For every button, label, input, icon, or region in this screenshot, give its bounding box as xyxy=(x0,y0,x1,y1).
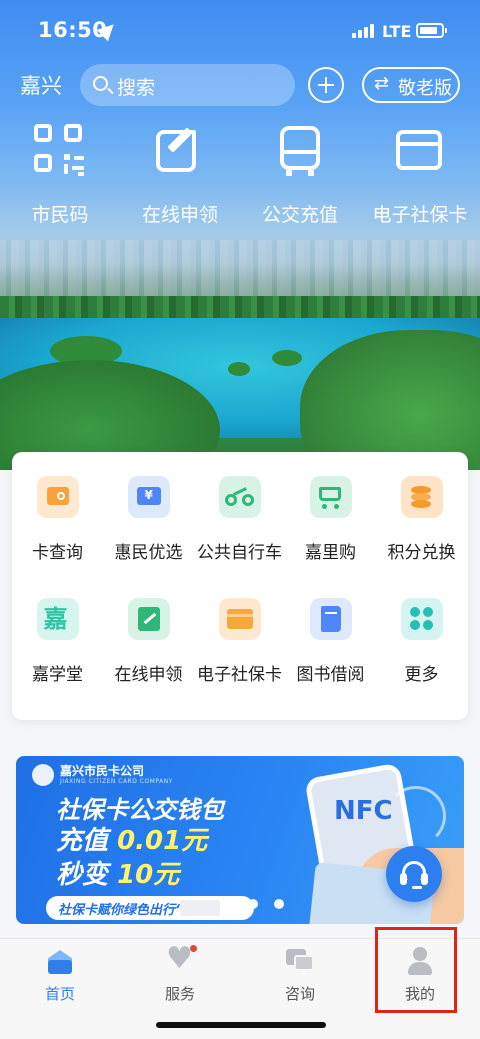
service-more[interactable]: 更多 xyxy=(376,598,467,685)
quick-action-label: 市民码 xyxy=(31,204,89,226)
services-panel: 卡查询 ¥ 惠民优选 公共自行车 嘉里购 积分兑换 嘉 嘉学堂 在线申领 电子社… xyxy=(12,452,468,720)
service-card-query[interactable]: 卡查询 xyxy=(12,476,103,563)
quick-action-citizen-code[interactable]: 市民码 xyxy=(0,124,120,227)
quick-action-bus-recharge[interactable]: 公交充值 xyxy=(240,124,360,227)
banner-line-2: 充值 0.01元 xyxy=(56,820,207,857)
social-card-icon xyxy=(218,598,261,640)
elder-mode-button[interactable]: 敬老版 xyxy=(362,67,460,103)
heart-icon xyxy=(166,941,197,976)
banner-brand-en: JIAXING CITIZEN CARD COMPANY xyxy=(60,778,173,785)
tab-consult[interactable]: 咨询 xyxy=(240,939,360,1009)
nfc-label: NFC xyxy=(334,796,393,826)
company-logo xyxy=(32,764,54,786)
quick-action-label: 公交充值 xyxy=(261,204,338,226)
highlight-box xyxy=(375,927,457,1013)
home-indicator xyxy=(156,1022,326,1028)
home-icon xyxy=(46,947,74,975)
banner-slogan: 社保卡赋你绿色出行“ xyxy=(58,903,184,918)
tab-label: 首页 xyxy=(44,985,75,1003)
service-book-borrow[interactable]: 图书借阅 xyxy=(285,598,376,685)
service-public-bicycle[interactable]: 公共自行车 xyxy=(194,476,285,563)
tab-label: 服务 xyxy=(164,985,195,1003)
city-selector[interactable]: 嘉兴 xyxy=(20,70,62,100)
service-jiali-shop[interactable]: 嘉里购 xyxy=(285,476,376,563)
service-online-apply[interactable]: 在线申领 xyxy=(103,598,194,685)
banner-line-3-prefix: 秒变 xyxy=(56,860,109,890)
top-bar: 嘉兴 搜索 敬老版 xyxy=(0,62,480,108)
tab-home[interactable]: 首页 xyxy=(0,939,120,1009)
service-benefit-select[interactable]: ¥ 惠民优选 xyxy=(103,476,194,563)
swap-icon xyxy=(374,73,392,94)
card-icon xyxy=(394,124,446,176)
quick-actions: 市民码 在线申领 公交充值 电子社保卡 xyxy=(0,124,480,234)
search-placeholder: 搜索 xyxy=(117,77,156,99)
service-e-social-card[interactable]: 电子社保卡 xyxy=(194,598,285,685)
network-type: LTE xyxy=(382,22,412,41)
study-icon: 嘉 xyxy=(36,598,79,640)
add-button[interactable] xyxy=(308,67,344,103)
island xyxy=(228,362,250,376)
carousel-dot[interactable] xyxy=(248,899,258,909)
apply-icon xyxy=(127,598,170,640)
bus-icon xyxy=(274,124,326,176)
quick-action-e-social-card[interactable]: 电子社保卡 xyxy=(360,124,480,227)
service-label: 嘉学堂 xyxy=(32,665,83,685)
tab-label: 咨询 xyxy=(284,985,315,1003)
signal-icon xyxy=(352,24,374,38)
service-label: 电子社保卡 xyxy=(197,665,282,685)
service-points-exchange[interactable]: 积分兑换 xyxy=(376,476,467,563)
edit-icon xyxy=(154,124,206,176)
qr-code-icon xyxy=(34,124,86,176)
service-label: 积分兑换 xyxy=(387,543,456,563)
service-label: 嘉里购 xyxy=(305,543,356,563)
coupon-icon: ¥ xyxy=(127,476,170,518)
service-label: 在线申领 xyxy=(114,665,183,685)
quick-action-online-apply[interactable]: 在线申领 xyxy=(120,124,240,227)
banner-brand: 嘉兴市民卡公司 xyxy=(60,764,145,778)
cart-icon xyxy=(309,476,352,518)
service-label: 更多 xyxy=(404,665,439,685)
bicycle-icon xyxy=(218,476,261,518)
search-icon xyxy=(93,76,108,91)
tab-services[interactable]: 服务 xyxy=(120,939,240,1009)
book-icon xyxy=(309,598,352,640)
nfc-wave-icon xyxy=(386,786,446,846)
search-input[interactable]: 搜索 xyxy=(80,64,295,106)
status-bar: 16:50 LTE xyxy=(0,0,480,64)
service-label: 卡查询 xyxy=(32,543,83,563)
service-label: 公共自行车 xyxy=(197,543,282,563)
promo-banner[interactable]: 嘉兴市民卡公司 JIAXING CITIZEN CARD COMPANY 社保卡… xyxy=(16,756,464,924)
notification-badge xyxy=(190,945,197,952)
chat-icon xyxy=(286,947,314,975)
elder-mode-label: 敬老版 xyxy=(398,78,452,99)
banner-line-3-value: 10元 xyxy=(117,860,180,890)
more-icon xyxy=(400,598,443,640)
battery-icon xyxy=(416,23,447,38)
service-label: 惠民优选 xyxy=(114,543,183,563)
card-search-icon xyxy=(36,476,79,518)
service-label: 图书借阅 xyxy=(296,665,365,685)
banner-line-2-prefix: 充值 xyxy=(56,826,109,856)
customer-service-button[interactable] xyxy=(386,846,442,902)
banner-line-2-value: 0.01元 xyxy=(117,826,208,856)
redacted-text xyxy=(180,900,220,916)
service-jia-school[interactable]: 嘉 嘉学堂 xyxy=(12,598,103,685)
island xyxy=(272,350,302,366)
quick-action-label: 电子社保卡 xyxy=(372,204,468,226)
carousel-dot[interactable] xyxy=(274,899,284,909)
banner-line-3: 秒变 10元 xyxy=(56,854,179,891)
banner-slogan-strip: 社保卡赋你绿色出行“ xyxy=(46,896,254,920)
quick-action-label: 在线申领 xyxy=(141,204,218,226)
points-icon xyxy=(400,476,443,518)
